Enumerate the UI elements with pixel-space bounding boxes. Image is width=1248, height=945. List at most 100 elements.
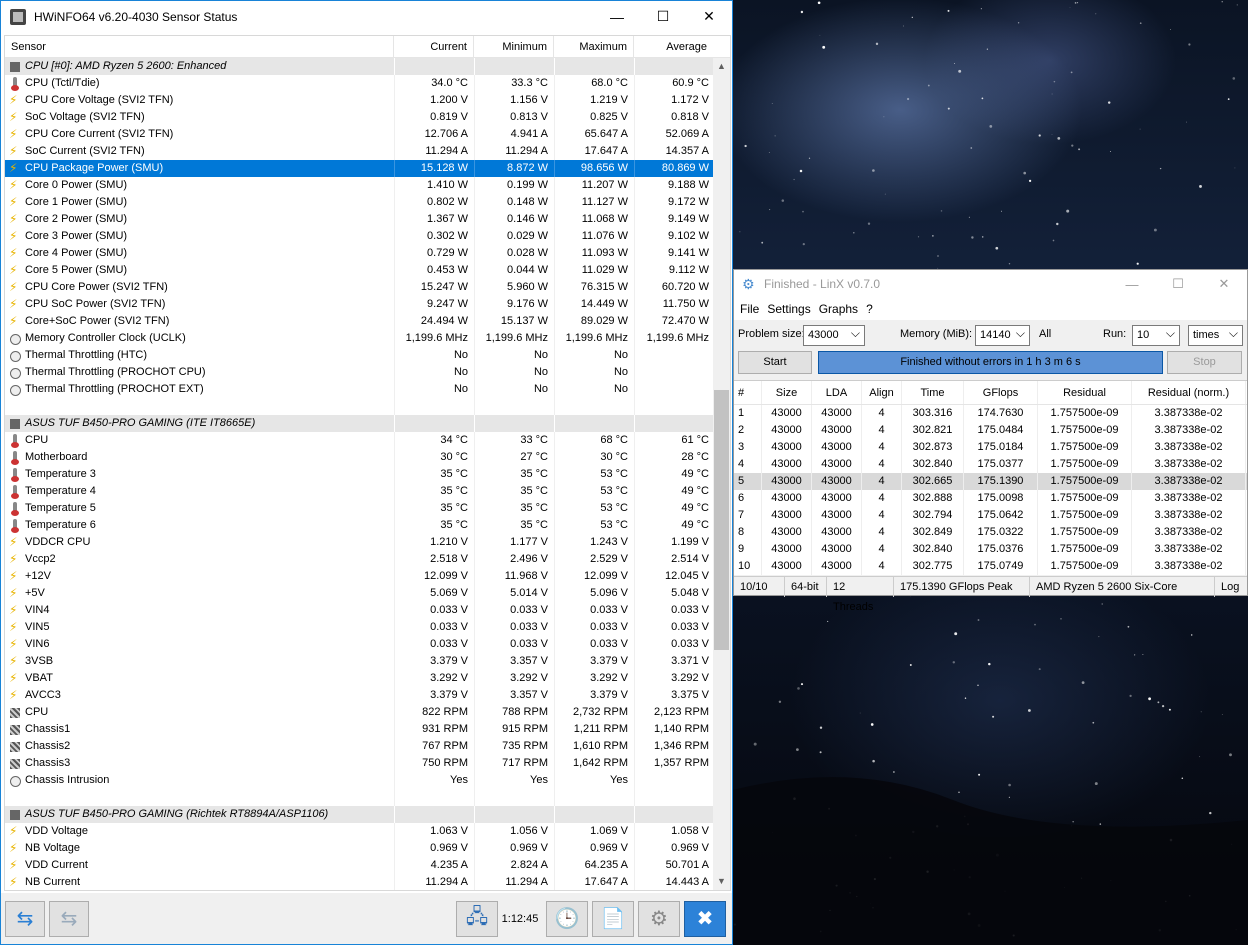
col-residual[interactable]: Residual	[1038, 381, 1132, 404]
result-row[interactable]: 7 43000 43000 4 302.794 175.0642 1.757500e-09 3…	[734, 507, 1247, 524]
column-header-average[interactable]: Average	[634, 36, 713, 57]
sensor-row[interactable]: CPU Core Current (SVI2 TFN) 12.706 A4.941…	[5, 126, 715, 143]
memory-combo[interactable]: 14140	[975, 324, 1030, 346]
result-row[interactable]: 1 43000 43000 4 303.316 174.7630 1.757500e-09 3…	[734, 405, 1247, 422]
sensor-row[interactable]: Chassis3 750 RPM 717 RPM 1,642 RPM 1,357 RPM	[5, 755, 715, 772]
sensor-row[interactable]: +12V12.099 V11.968 V12.099 V12.045 V	[5, 568, 715, 585]
sensor-row[interactable]: Temperature 4 35 °C 35 °C 53 °C 49 °C	[5, 483, 715, 500]
sensor-row[interactable]: Core 4 Power (SMU) 0.729 W0.028 W11.093 W…	[5, 245, 715, 262]
sensor-row[interactable]: Chassis1 931 RPM 915 RPM 1,211 RPM 1,140 RPM	[5, 721, 715, 738]
sensor-row[interactable]: CPU Core Voltage (SVI2 TFN) 1.200 V1.156 …	[5, 92, 715, 109]
reset-clock-button[interactable]: 🕒	[546, 900, 588, 937]
sensor-row[interactable]: AVCC33.379 V3.357 V3.379 V3.375 V	[5, 687, 715, 704]
sensor-row[interactable]: SoC Current (SVI2 TFN)11.294 A11.294 A17…	[5, 143, 715, 160]
sensor-row[interactable]: VDDCR CPU 1.210 V1.177 V1.243 V1.199 V	[5, 534, 715, 551]
all-label[interactable]: All	[1039, 328, 1051, 340]
log-button[interactable]: Log	[1215, 577, 1245, 597]
linx-maximize-button[interactable]: ☐	[1155, 276, 1201, 292]
sensor-row[interactable]: Core 5 Power (SMU) 0.453 W0.044 W11.029 W…	[5, 262, 715, 279]
menu-settings[interactable]: Settings	[763, 302, 814, 316]
sensor-row[interactable]: CPU (Tctl/Tdie) 34.0 °C 33.3 °C 68.0 °C 60.9…	[5, 75, 715, 92]
result-row[interactable]: 2 43000 43000 4 302.821 175.0484 1.757500e-09 3…	[734, 422, 1247, 439]
vertical-scrollbar[interactable]: ▲ ▼	[713, 58, 730, 890]
run-count-combo[interactable]: 10	[1132, 324, 1180, 346]
col-residual-norm[interactable]: Residual (norm.)	[1132, 381, 1246, 404]
sensor-row[interactable]: VDD Voltage 1.063 V1.056 V1.069 V1.058 V	[5, 823, 715, 840]
menu-file[interactable]: File	[736, 302, 763, 316]
sensor-row[interactable]: Motherboard 30 °C 27 °C 30 °C 28 °C	[5, 449, 715, 466]
sensor-row[interactable]: Core 1 Power (SMU) 0.802 W0.148 W11.127 W…	[5, 194, 715, 211]
sensor-row[interactable]: Core+SoC Power (SVI2 TFN) 24.494 W15.137 …	[5, 313, 715, 330]
sensor-row[interactable]: Temperature 3 35 °C 35 °C 53 °C 49 °C	[5, 466, 715, 483]
sensor-row[interactable]: VIN50.033 V0.033 V0.033 V0.033 V	[5, 619, 715, 636]
sensor-row[interactable]: Thermal Throttling (PROCHOT EXT) No No No	[5, 381, 715, 398]
result-row[interactable]: 9 43000 43000 4 302.840 175.0376 1.757500e-09 3…	[734, 541, 1247, 558]
problem-size-combo[interactable]: 43000	[803, 324, 865, 346]
result-row[interactable]: 10 43000 43000 4 302.775 175.0749 1.757500e-09…	[734, 558, 1247, 575]
sensor-row[interactable]: Thermal Throttling (PROCHOT CPU) No No No	[5, 364, 715, 381]
scroll-up-arrow-icon[interactable]: ▲	[713, 58, 730, 75]
sensor-group-header[interactable]: CPU [#0]: AMD Ryzen 5 2600: Enhanced	[5, 58, 715, 75]
linx-titlebar[interactable]: ⚙ Finished - LinX v0.7.0 — ☐ ✕	[734, 270, 1247, 298]
sensor-row[interactable]: Thermal Throttling (HTC) No No No	[5, 347, 715, 364]
collapse-columns-button[interactable]: ⇆	[49, 900, 89, 937]
col-lda[interactable]: LDA	[812, 381, 862, 404]
sensor-row[interactable]: CPU Package Power (SMU) 15.128 W8.872 W98…	[5, 160, 715, 177]
sensor-row[interactable]: Chassis Intrusion Yes Yes Yes	[5, 772, 715, 789]
sensor-row[interactable]: Core 2 Power (SMU) 1.367 W0.146 W11.068 W…	[5, 211, 715, 228]
hwinfo-titlebar[interactable]: HWiNFO64 v6.20-4030 Sensor Status — ☐ ✕	[1, 1, 732, 32]
sensor-row[interactable]: CPU 34 °C 33 °C 68 °C 61 °C	[5, 432, 715, 449]
stop-button[interactable]: Stop	[1167, 351, 1242, 374]
menu-help[interactable]: ?	[862, 302, 877, 316]
sensor-row[interactable]: VIN40.033 V0.033 V0.033 V0.033 V	[5, 602, 715, 619]
sensor-group-header[interactable]: ASUS TUF B450-PRO GAMING (Richtek RT8894…	[5, 806, 715, 823]
result-row[interactable]: 8 43000 43000 4 302.849 175.0322 1.757500e-09 3…	[734, 524, 1247, 541]
sensor-row[interactable]: NB Voltage0.969 V0.969 V0.969 V0.969 V	[5, 840, 715, 857]
menu-graphs[interactable]: Graphs	[815, 302, 862, 316]
linx-close-button[interactable]: ✕	[1201, 276, 1247, 292]
minimize-button[interactable]: —	[594, 1, 640, 32]
sensor-row[interactable]: CPU SoC Power (SVI2 TFN) 9.247 W9.176 W14…	[5, 296, 715, 313]
network-button[interactable]: 🖧	[456, 900, 498, 937]
settings-button[interactable]: ⚙	[638, 900, 680, 937]
result-row[interactable]: 6 43000 43000 4 302.888 175.0098 1.757500e-09 3…	[734, 490, 1247, 507]
result-row[interactable]: 3 43000 43000 4 302.873 175.0184 1.757500e-09 3…	[734, 439, 1247, 456]
close-button[interactable]: ✕	[686, 1, 732, 32]
col-align[interactable]: Align	[862, 381, 902, 404]
sensor-row[interactable]: SoC Voltage (SVI2 TFN) 0.819 V0.813 V0.82…	[5, 109, 715, 126]
logging-button[interactable]: 📄	[592, 900, 634, 937]
sensor-row[interactable]: VBAT3.292 V3.292 V3.292 V3.292 V	[5, 670, 715, 687]
col-index[interactable]: #	[734, 381, 762, 404]
sensor-row[interactable]: Chassis2 767 RPM 735 RPM 1,610 RPM 1,346 RPM	[5, 738, 715, 755]
expand-columns-button[interactable]: ⇆	[5, 900, 45, 937]
result-row[interactable]: 4 43000 43000 4 302.840 175.0377 1.757500e-09 3…	[734, 456, 1247, 473]
column-header-sensor[interactable]: Sensor	[5, 36, 394, 57]
result-row[interactable]: 5 43000 43000 4 302.665 175.1390 1.757500e-09 3…	[734, 473, 1247, 490]
sensor-row[interactable]: Temperature 6 35 °C 35 °C 53 °C 49 °C	[5, 517, 715, 534]
sensor-row[interactable]: Core 0 Power (SMU) 1.410 W0.199 W11.207 W…	[5, 177, 715, 194]
sensor-row[interactable]: Memory Controller Clock (UCLK) 1,199.6 MH…	[5, 330, 715, 347]
sensor-row[interactable]: VIN60.033 V0.033 V0.033 V0.033 V	[5, 636, 715, 653]
sensor-row[interactable]: CPU 822 RPM 788 RPM 2,732 RPM 2,123 RPM	[5, 704, 715, 721]
sensor-row[interactable]: +5V 5.069 V5.014 V5.096 V5.048 V	[5, 585, 715, 602]
scrollbar-thumb[interactable]	[714, 390, 729, 650]
maximize-button[interactable]: ☐	[640, 1, 686, 32]
exit-button[interactable]: ✖	[684, 900, 726, 937]
sensor-row[interactable]: Vccp2 2.518 V2.496 V2.529 V2.514 V	[5, 551, 715, 568]
sensor-group-header[interactable]: ASUS TUF B450-PRO GAMING (ITE IT8665E)	[5, 415, 715, 432]
sensor-row[interactable]: VDD Current 4.235 A2.824 A64.235 A50.701 …	[5, 857, 715, 874]
sensor-row[interactable]: NB Current11.294 A11.294 A17.647 A14.443…	[5, 874, 715, 890]
start-button[interactable]: Start	[738, 351, 812, 374]
linx-minimize-button[interactable]: —	[1109, 277, 1155, 292]
scroll-down-arrow-icon[interactable]: ▼	[713, 873, 730, 890]
run-unit-combo[interactable]: times	[1188, 324, 1243, 346]
column-header-current[interactable]: Current	[394, 36, 474, 57]
col-time[interactable]: Time	[902, 381, 964, 404]
sensor-row[interactable]: Temperature 5 35 °C 35 °C 53 °C 49 °C	[5, 500, 715, 517]
column-header-maximum[interactable]: Maximum	[554, 36, 634, 57]
col-gflops[interactable]: GFlops	[964, 381, 1038, 404]
col-size[interactable]: Size	[762, 381, 812, 404]
column-header-minimum[interactable]: Minimum	[474, 36, 554, 57]
sensor-row[interactable]: 3VSB3.379 V3.357 V3.379 V3.371 V	[5, 653, 715, 670]
sensor-row[interactable]: CPU Core Power (SVI2 TFN) 15.247 W5.960 W…	[5, 279, 715, 296]
